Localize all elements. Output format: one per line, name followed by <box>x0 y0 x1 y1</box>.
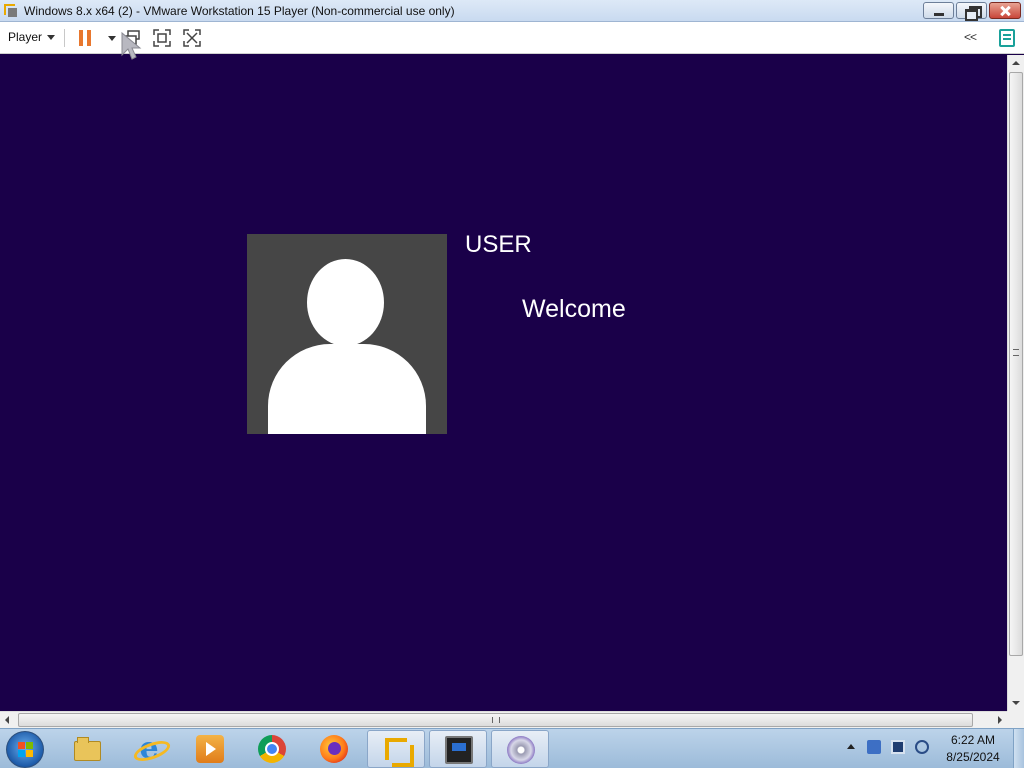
user-avatar <box>247 234 447 434</box>
scroll-right-icon[interactable] <box>991 712 1007 728</box>
scroll-down-icon[interactable] <box>1008 695 1024 711</box>
taskbar-item-vmware-player[interactable] <box>367 730 425 768</box>
restore-button[interactable] <box>956 2 987 21</box>
username-label: USER <box>465 231 532 258</box>
taskbar-clock[interactable]: 6:22 AM 8/25/2024 <box>940 732 1006 766</box>
volume-icon[interactable] <box>915 740 929 754</box>
unity-icon[interactable] <box>183 29 201 47</box>
player-menu-label: Player <box>8 30 43 44</box>
taskbar-item-explorer[interactable] <box>58 730 116 768</box>
chrome-icon <box>258 735 286 763</box>
show-hidden-icons-arrow[interactable] <box>847 744 855 749</box>
close-button[interactable] <box>989 2 1021 19</box>
scroll-left-icon[interactable] <box>0 712 16 728</box>
vmware-app-icon[interactable] <box>3 3 19 19</box>
clock-date: 8/25/2024 <box>946 750 1000 764</box>
vm-console-icon <box>445 736 473 764</box>
player-toolbar: Player << <box>0 22 1024 54</box>
firefox-icon <box>320 735 348 763</box>
windows-logo-icon <box>18 742 34 758</box>
horizontal-scroll-thumb[interactable] <box>18 713 973 727</box>
vmware-player-icon <box>383 736 414 767</box>
scroll-up-icon[interactable] <box>1008 55 1024 71</box>
taskbar-item-vm-console[interactable] <box>429 730 487 768</box>
taskbar-item-firefox[interactable] <box>305 730 363 768</box>
avatar-head <box>307 259 384 346</box>
taskbar-item-chrome[interactable] <box>243 730 301 768</box>
network-icon[interactable] <box>867 740 881 754</box>
chevron-down-icon <box>47 34 56 40</box>
notes-icon[interactable] <box>999 29 1015 47</box>
scrollbar-corner <box>1007 711 1024 728</box>
welcome-message: Welcome <box>522 295 626 323</box>
minimize-button[interactable] <box>923 2 954 19</box>
file-explorer-icon <box>73 735 101 763</box>
window-title: Windows 8.x x64 (2) - VMware Workstation… <box>24 3 455 18</box>
taskbar-item-dvd[interactable] <box>491 730 549 768</box>
mouse-cursor-icon <box>121 31 142 60</box>
pause-icon[interactable] <box>79 30 92 46</box>
dvd-icon <box>507 736 535 764</box>
vertical-scroll-thumb[interactable] <box>1009 72 1023 656</box>
clock-time: 6:22 AM <box>950 733 996 747</box>
vm-display[interactable]: USER Welcome <box>0 55 1007 711</box>
taskbar-item-media-player[interactable] <box>181 730 239 768</box>
vertical-scrollbar[interactable] <box>1007 55 1024 711</box>
player-menu-button[interactable]: Player <box>8 30 56 44</box>
collapse-toolbar-icon[interactable]: << <box>964 30 977 44</box>
media-player-icon <box>196 735 224 763</box>
display-icon[interactable] <box>891 740 905 754</box>
internet-explorer-icon: e <box>135 734 163 764</box>
avatar-body <box>268 344 426 434</box>
horizontal-scrollbar[interactable] <box>0 711 1007 728</box>
fullscreen-icon[interactable] <box>153 29 171 47</box>
start-button[interactable] <box>6 731 44 768</box>
power-dropdown-chevron-icon[interactable] <box>108 36 116 41</box>
window-controls <box>923 2 1021 21</box>
show-desktop-button[interactable] <box>1013 729 1024 768</box>
taskbar-item-internet-explorer[interactable]: e <box>120 730 178 768</box>
toolbar-divider <box>64 29 65 47</box>
window-titlebar[interactable]: Windows 8.x x64 (2) - VMware Workstation… <box>0 0 1024 22</box>
